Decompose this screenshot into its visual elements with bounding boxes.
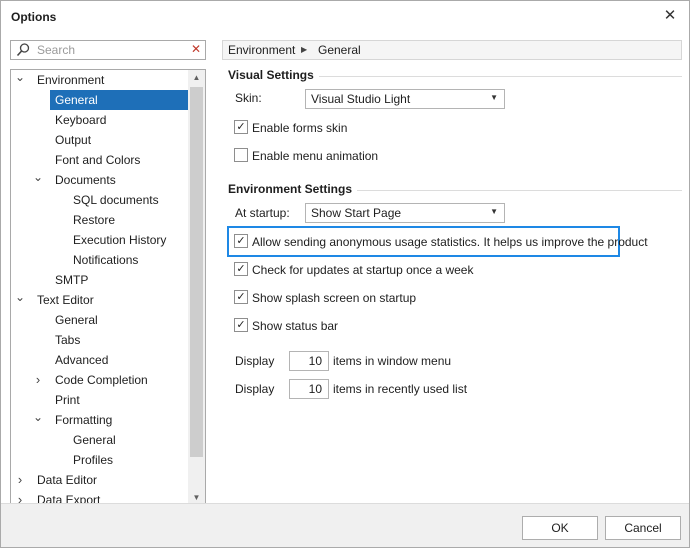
- options-tree[interactable]: ⌄ Environment General Keyboard Output Font an…: [10, 69, 206, 507]
- collapse-chevron-icon[interactable]: ⌄: [15, 290, 25, 310]
- skin-combo[interactable]: Visual Studio Light ▼: [305, 89, 505, 109]
- tree-item-label: Data Editor: [37, 473, 98, 487]
- title-bar: Options ✕: [1, 1, 689, 33]
- status-bar-checkbox[interactable]: ✓: [234, 318, 248, 332]
- check-updates-label: Check for updates at startup once a week: [252, 263, 474, 277]
- search-icon: [16, 43, 30, 57]
- scroll-up-icon[interactable]: ▲: [188, 70, 205, 86]
- visual-settings-divider: [319, 76, 682, 77]
- tree-item-label: Tabs: [55, 333, 81, 347]
- startup-value: Show Start Page: [311, 206, 402, 220]
- window-menu-prefix: Display: [235, 354, 275, 368]
- collapse-chevron-icon[interactable]: ⌄: [15, 70, 25, 90]
- tree-item-label: Print: [55, 393, 80, 407]
- tree-item-label: Formatting: [55, 413, 113, 427]
- recent-list-count-input[interactable]: 10: [289, 379, 329, 399]
- expand-chevron-icon[interactable]: ›: [33, 370, 43, 390]
- breadcrumb: Environment ▶ General: [222, 40, 682, 60]
- tree-item-label: Execution History: [73, 233, 167, 247]
- recent-list-suffix: items in recently used list: [333, 382, 468, 396]
- recent-list-prefix: Display: [235, 382, 275, 396]
- window-menu-count-input[interactable]: 10: [289, 351, 329, 371]
- tree-item-label: Notifications: [73, 253, 139, 267]
- close-icon[interactable]: ✕: [661, 7, 679, 25]
- skin-value: Visual Studio Light: [311, 92, 411, 106]
- usage-statistics-checkbox[interactable]: ✓: [234, 234, 248, 248]
- dialog-body: Search ✕ ⌄ Environment General Keyboard Outp…: [1, 33, 689, 507]
- tree-item-label: General: [55, 313, 98, 327]
- splash-screen-label: Show splash screen on startup: [252, 291, 417, 305]
- tree-item-label: General: [73, 433, 116, 447]
- startup-combo[interactable]: Show Start Page ▼: [305, 203, 505, 223]
- enable-forms-skin-label: Enable forms skin: [252, 121, 348, 135]
- chevron-down-icon: ▼: [490, 207, 498, 216]
- search-box[interactable]: Search ✕: [10, 40, 206, 60]
- environment-settings-title: Environment Settings: [228, 182, 353, 196]
- tree-item-label: Profiles: [73, 453, 114, 467]
- ok-button[interactable]: OK: [522, 516, 598, 540]
- status-bar-label: Show status bar: [252, 319, 339, 333]
- tree-item-label: Output: [55, 133, 92, 147]
- breadcrumb-chevron-icon: ▶: [301, 45, 308, 54]
- visual-settings-title: Visual Settings: [228, 68, 314, 82]
- collapse-chevron-icon[interactable]: ⌄: [33, 410, 43, 430]
- collapse-chevron-icon[interactable]: ⌄: [33, 170, 43, 190]
- environment-settings-divider: [357, 190, 682, 191]
- tree-item-label: Restore: [73, 213, 116, 227]
- tree-item-label: Advanced: [55, 353, 109, 367]
- tree-item-label: General: [50, 90, 190, 110]
- expand-chevron-icon[interactable]: ›: [15, 470, 25, 490]
- check-updates-checkbox[interactable]: ✓: [234, 262, 248, 276]
- dialog-footer: OK Cancel: [1, 503, 689, 547]
- scroll-thumb[interactable]: [190, 87, 203, 457]
- window-menu-suffix: items in window menu: [333, 354, 452, 368]
- search-placeholder: Search: [37, 43, 76, 57]
- cancel-button[interactable]: Cancel: [605, 516, 681, 540]
- tree-item-label: Text Editor: [37, 293, 94, 307]
- window-title: Options: [11, 10, 57, 24]
- tree-item-label: Environment: [37, 73, 105, 87]
- clear-icon[interactable]: ✕: [191, 42, 201, 56]
- usage-statistics-label: Allow sending anonymous usage statistics…: [252, 235, 648, 249]
- tree-scrollbar[interactable]: ▲ ▼: [188, 70, 205, 506]
- enable-forms-skin-checkbox[interactable]: ✓: [234, 120, 248, 134]
- startup-label: At startup:: [235, 206, 290, 220]
- tree-item-label: Code Completion: [55, 373, 148, 387]
- enable-menu-animation-checkbox[interactable]: [234, 148, 248, 162]
- options-dialog: Options ✕ Search ✕ ⌄ Environment General Ke…: [0, 0, 690, 548]
- chevron-down-icon: ▼: [490, 93, 498, 102]
- tree-item-label: SMTP: [55, 273, 89, 287]
- breadcrumb-part-environment[interactable]: Environment: [228, 43, 295, 57]
- tree-item-label: Font and Colors: [55, 153, 141, 167]
- tree-item-label: SQL documents: [73, 193, 159, 207]
- tree-item-label: Keyboard: [55, 113, 107, 127]
- breadcrumb-part-general: General: [318, 43, 361, 57]
- tree-item-label: Documents: [55, 173, 116, 187]
- enable-menu-animation-label: Enable menu animation: [252, 149, 379, 163]
- splash-screen-checkbox[interactable]: ✓: [234, 290, 248, 304]
- skin-label: Skin:: [235, 91, 262, 105]
